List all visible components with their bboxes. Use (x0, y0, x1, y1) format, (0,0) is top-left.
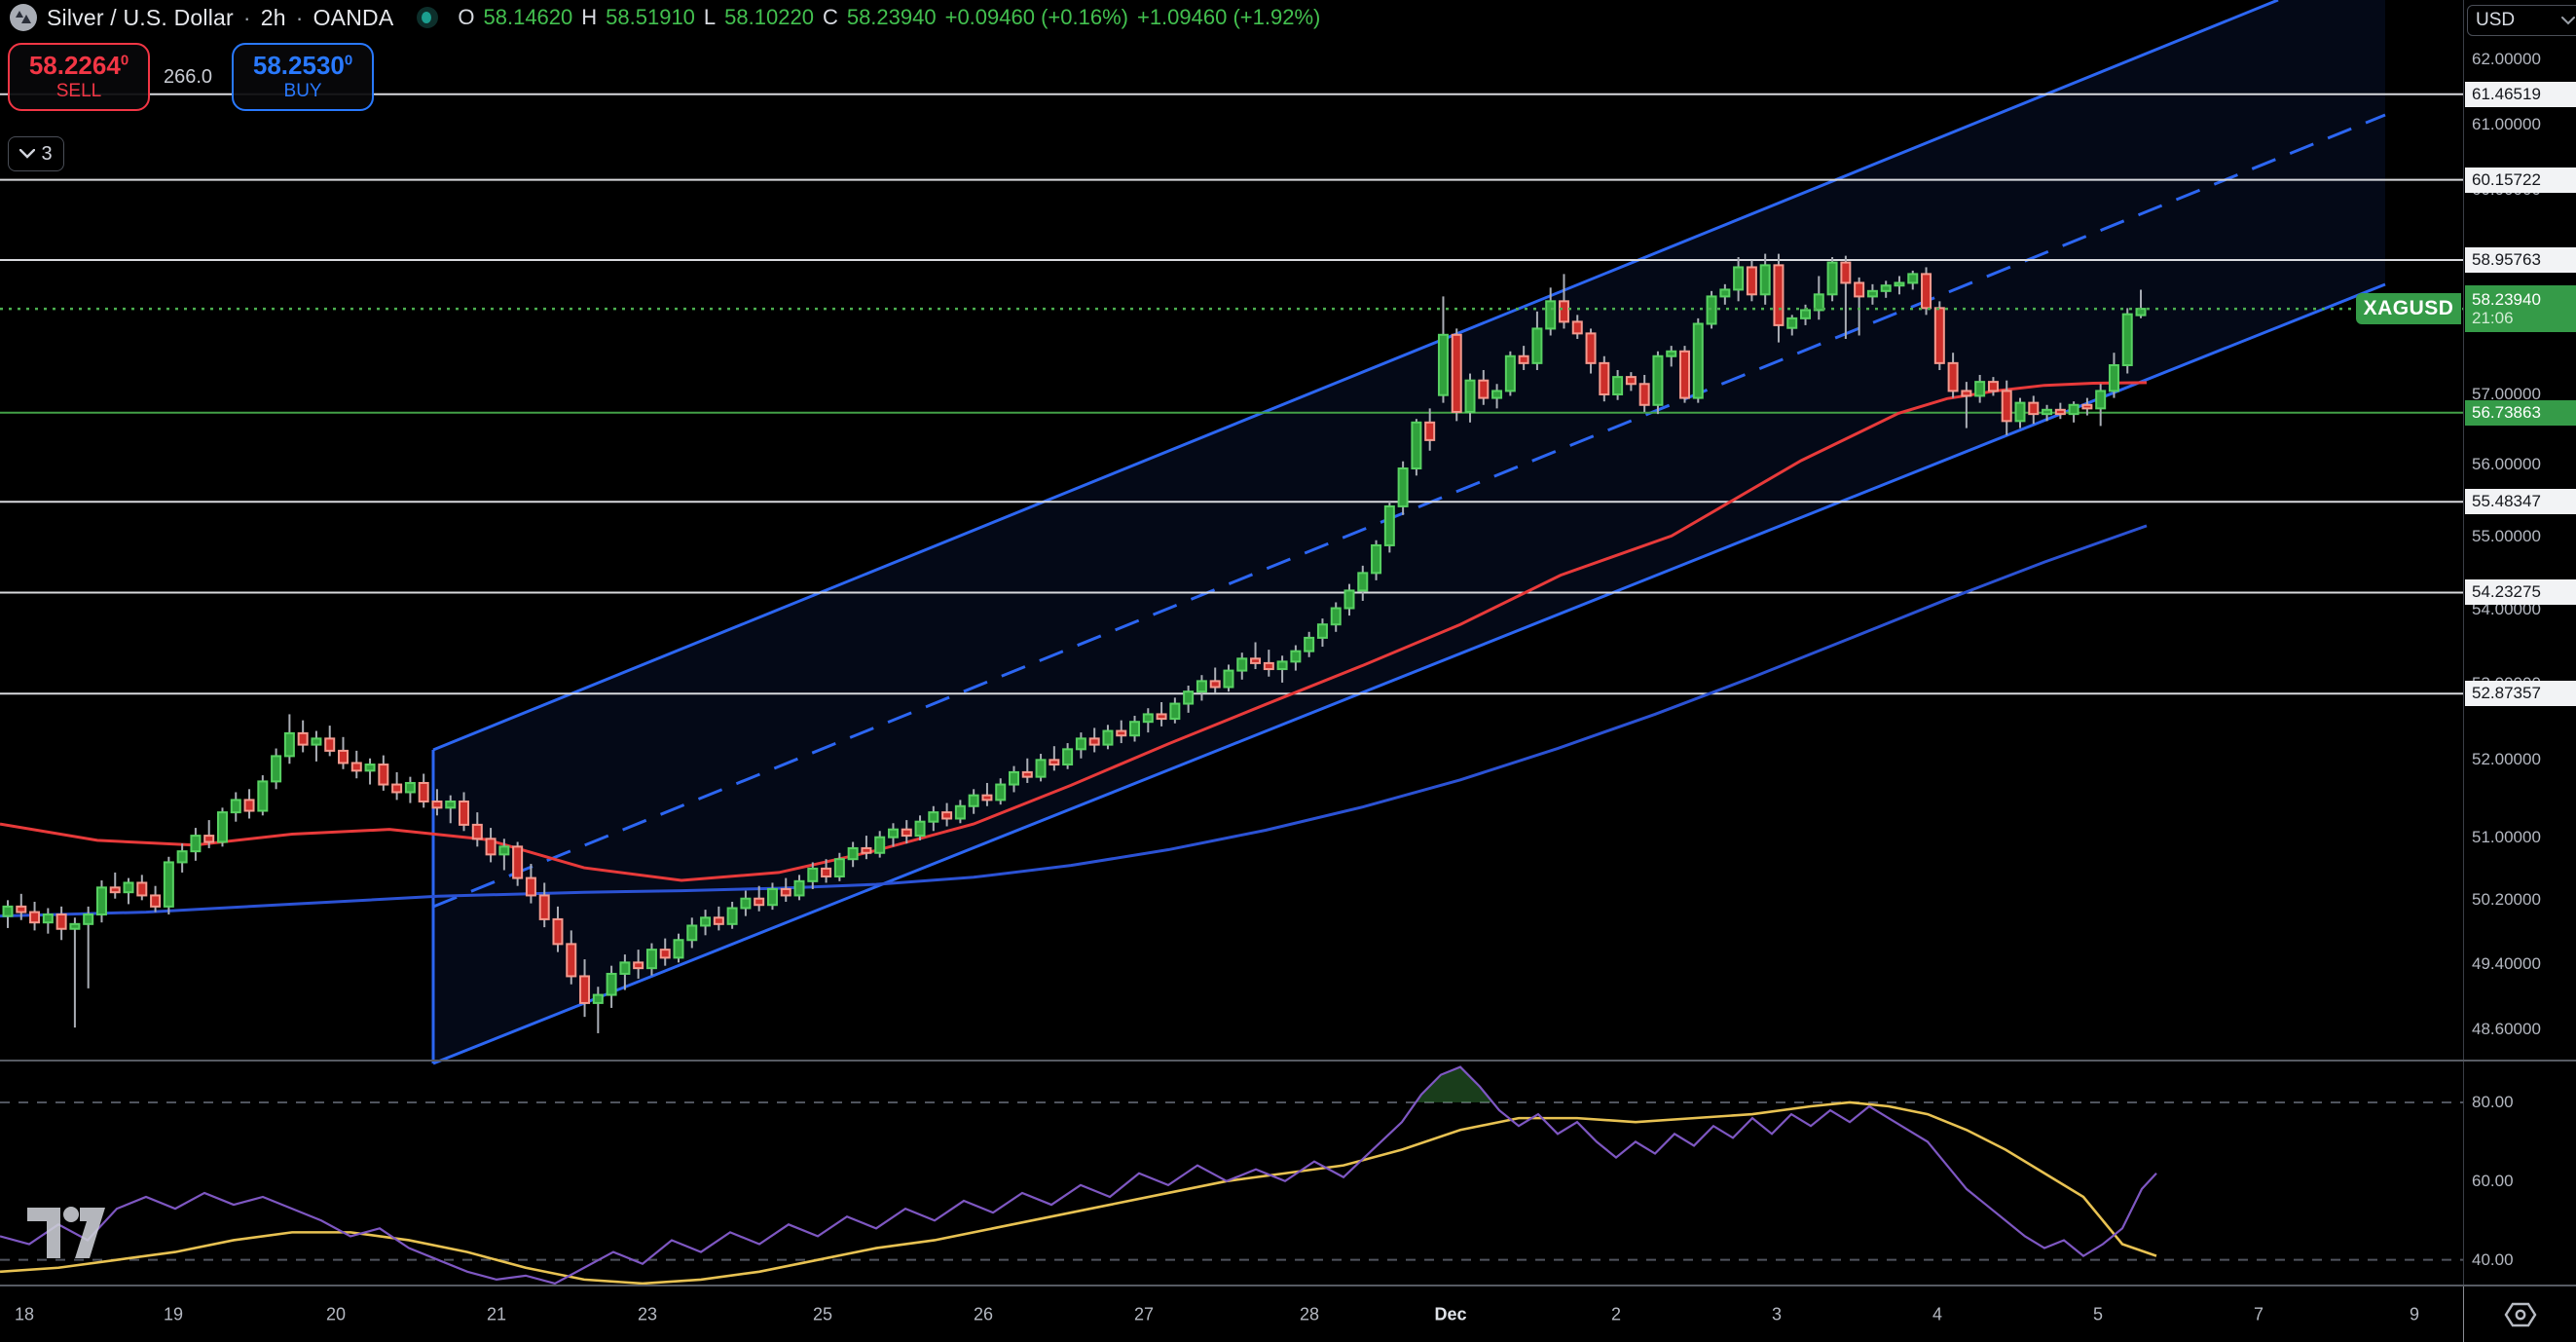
green-level-label[interactable]: 56.73863 (2465, 400, 2576, 426)
price-axis[interactable]: 62.0000061.0000060.0000057.0000056.00000… (2463, 0, 2576, 1342)
price-tick: 52.00000 (2472, 750, 2541, 769)
current-price-label[interactable]: 58.2394021:06 (2465, 285, 2576, 332)
title-separator: · (296, 5, 304, 31)
price-tick: 49.40000 (2472, 954, 2541, 974)
time-axis-label: 19 (164, 1304, 183, 1324)
currency-value: USD (2476, 10, 2515, 31)
price-level-label[interactable]: 61.46519 (2465, 82, 2576, 107)
channel-fill (433, 0, 2385, 1063)
buy-price: 58.25300 (253, 53, 352, 79)
time-axis-label: 20 (326, 1304, 346, 1324)
price-tick: 62.00000 (2472, 50, 2541, 69)
sell-price: 58.22640 (29, 53, 129, 79)
buy-button[interactable]: 58.25300 BUY (232, 43, 374, 111)
price-tick: 61.00000 (2472, 115, 2541, 134)
market-status-icon[interactable] (417, 7, 438, 28)
time-axis-label: 21 (487, 1304, 506, 1324)
sell-button[interactable]: 58.22640 SELL (8, 43, 150, 111)
price-tick: 50.20000 (2472, 890, 2541, 910)
indicators-count: 3 (41, 143, 52, 166)
indicator-tick: 40.00 (2472, 1250, 2514, 1270)
time-axis-label: 26 (974, 1304, 993, 1324)
symbol-price-flag[interactable]: XAGUSD (2356, 293, 2461, 324)
time-axis-label: 2 (1611, 1304, 1621, 1324)
trade-panel: 58.22640 SELL 266.0 58.25300 BUY (8, 43, 374, 111)
price-level-label[interactable]: 52.87357 (2465, 681, 2576, 706)
time-axis-label: 18 (15, 1304, 34, 1324)
spread-value: 266.0 (158, 64, 218, 91)
price-tick: 48.60000 (2472, 1020, 2541, 1039)
ohlc-readout: O58.14620H58.51910L58.10220C58.23940+0.0… (458, 5, 1320, 30)
time-axis-label: 27 (1134, 1304, 1154, 1324)
price-tick: 51.00000 (2472, 828, 2541, 847)
time-axis-label: 25 (813, 1304, 832, 1324)
exchange-label: OANDA (313, 5, 394, 31)
title-separator: · (243, 5, 251, 31)
symbol-logo-icon[interactable] (10, 4, 37, 31)
axis-settings-corner[interactable] (2463, 1286, 2576, 1342)
price-level-label[interactable]: 58.95763 (2465, 247, 2576, 273)
chevron-down-icon (19, 149, 35, 159)
chart-canvas[interactable] (0, 0, 2576, 1342)
interval-label[interactable]: 2h (261, 5, 286, 31)
time-axis-label: 23 (638, 1304, 657, 1324)
pane-separator[interactable] (0, 1060, 2576, 1062)
symbol-title[interactable]: Silver / U.S. Dollar (47, 5, 234, 31)
hexagon-settings-icon (2504, 1300, 2537, 1329)
chevron-down-icon (2561, 17, 2575, 25)
time-axis-label: 4 (1932, 1304, 1942, 1324)
price-tick: 56.00000 (2472, 455, 2541, 474)
rsi-line (0, 1067, 2156, 1284)
price-level-label[interactable]: 60.15722 (2465, 168, 2576, 193)
time-axis-label: 7 (2254, 1304, 2263, 1324)
time-axis-label: 5 (2093, 1304, 2103, 1324)
chart-header: Silver / U.S. Dollar · 2h · OANDA O58.14… (10, 4, 1320, 31)
sell-label: SELL (56, 82, 101, 101)
time-axis-label: 28 (1300, 1304, 1319, 1324)
indicator-tick: 80.00 (2472, 1093, 2514, 1112)
time-axis[interactable]: 181920212325262728Dec234579 (0, 1286, 2463, 1342)
currency-selector[interactable]: USD (2467, 5, 2576, 36)
indicators-collapse-button[interactable]: 3 (8, 136, 64, 171)
price-level-label[interactable]: 54.23275 (2465, 579, 2576, 605)
trading-chart-app: Silver / U.S. Dollar · 2h · OANDA O58.14… (0, 0, 2576, 1342)
rsi-overbought-fill (1416, 1067, 1492, 1102)
buy-label: BUY (284, 82, 322, 101)
time-axis-label: 9 (2410, 1304, 2419, 1324)
rsi-signal-line (0, 1102, 2156, 1284)
time-axis-label: 3 (1772, 1304, 1782, 1324)
axis-separator (0, 1285, 2576, 1286)
time-axis-label: Dec (1434, 1304, 1466, 1324)
indicator-tick: 60.00 (2472, 1172, 2514, 1191)
price-level-label[interactable]: 55.48347 (2465, 489, 2576, 514)
price-tick: 55.00000 (2472, 527, 2541, 546)
tradingview-logo[interactable] (25, 1206, 109, 1262)
